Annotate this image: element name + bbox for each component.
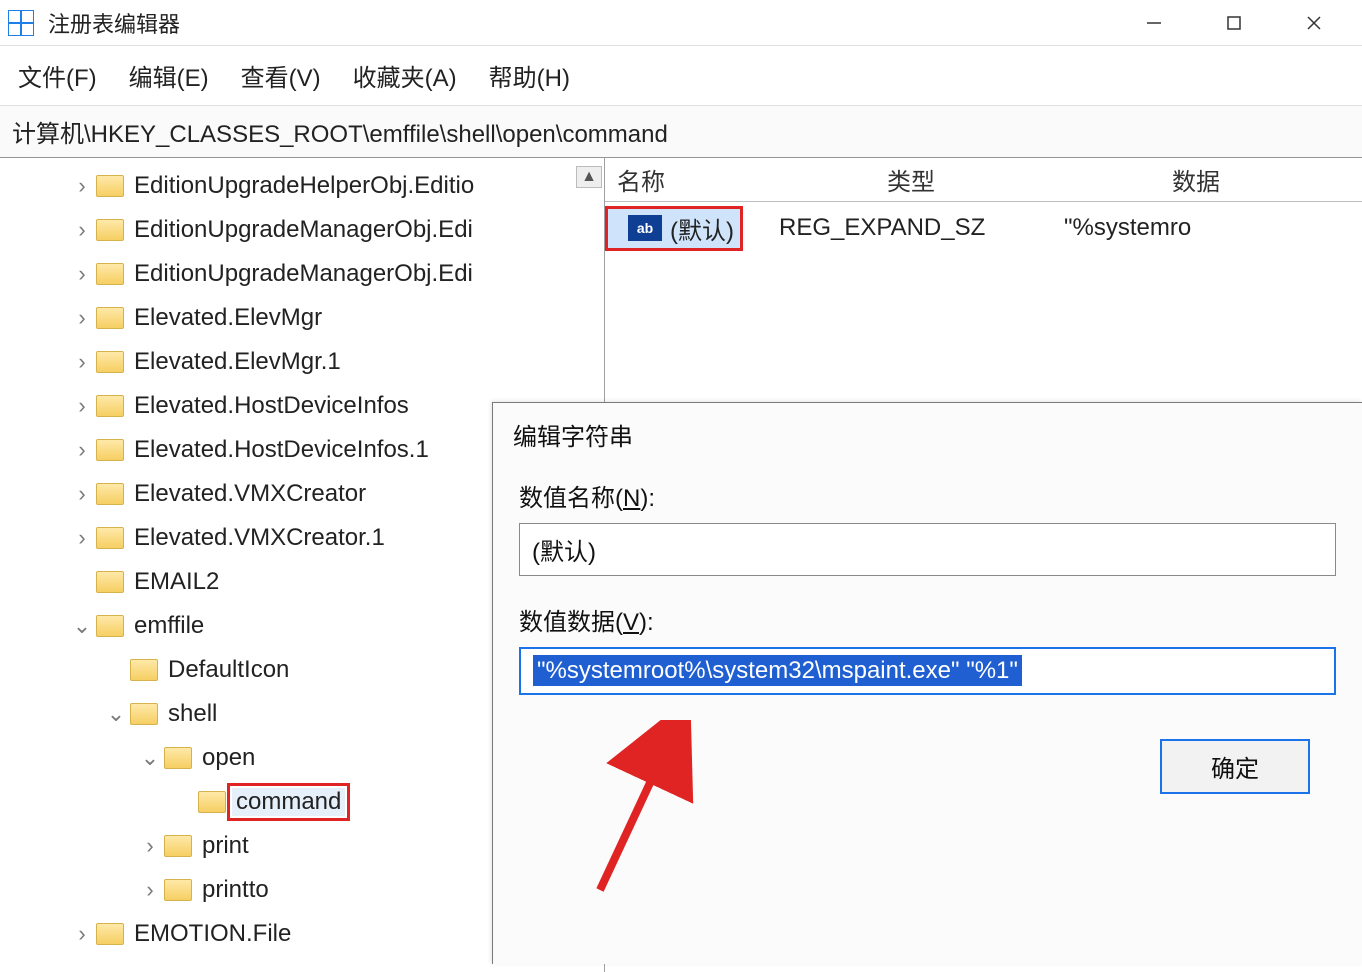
expander-icon[interactable]: [68, 437, 96, 463]
tree-item-elevated-elevmgr[interactable]: Elevated.ElevMgr: [0, 296, 604, 340]
expander-icon[interactable]: [68, 921, 96, 947]
menu-favorites[interactable]: 收藏夹(A): [353, 58, 457, 93]
ok-button[interactable]: 确定: [1160, 739, 1310, 794]
tree-item-editionupgradehelperobj-editio[interactable]: EditionUpgradeHelperObj.Editio: [0, 164, 604, 208]
list-row-default[interactable]: ab (默认) REG_EXPAND_SZ "%systemro: [605, 202, 1362, 254]
tree-label: Elevated.ElevMgr: [130, 304, 326, 332]
folder-icon: [164, 835, 192, 857]
tree-label: print: [198, 832, 253, 860]
folder-icon: [164, 879, 192, 901]
tree-item-elevated-elevmgr-1[interactable]: Elevated.ElevMgr.1: [0, 340, 604, 384]
folder-icon: [96, 527, 124, 549]
expander-icon[interactable]: [68, 217, 96, 243]
expander-icon[interactable]: [136, 877, 164, 903]
tree-label: Elevated.VMXCreator.1: [130, 524, 389, 552]
tree-label: open: [198, 744, 259, 772]
list-header: 名称 类型 数据: [605, 158, 1362, 202]
tree-label: EditionUpgradeManagerObj.Edi: [130, 216, 477, 244]
value-type: REG_EXPAND_SZ: [779, 214, 1064, 242]
expander-icon[interactable]: [68, 305, 96, 331]
window-title: 注册表编辑器: [48, 7, 180, 39]
address-bar[interactable]: 计算机\HKEY_CLASSES_ROOT\emffile\shell\open…: [0, 106, 1362, 158]
menu-bar: 文件(F) 编辑(E) 查看(V) 收藏夹(A) 帮助(H): [0, 46, 1362, 106]
expander-icon[interactable]: [68, 393, 96, 419]
folder-icon: [164, 747, 192, 769]
value-name-highlight: ab (默认): [605, 206, 743, 251]
maximize-button[interactable]: [1194, 0, 1274, 46]
edit-string-dialog: 编辑字符串 数值名称(N): (默认) 数值数据(V): "%systemroo…: [492, 402, 1362, 964]
folder-icon: [96, 395, 124, 417]
folder-icon: [96, 351, 124, 373]
folder-icon: [96, 615, 124, 637]
col-name[interactable]: 名称: [605, 162, 875, 197]
value-name: (默认): [670, 211, 734, 246]
scroll-up-button[interactable]: ▲: [576, 166, 602, 188]
folder-icon: [130, 659, 158, 681]
value-name-label: 数值名称(N):: [519, 478, 1336, 513]
app-icon: [8, 10, 34, 36]
tree-item-editionupgrademanagerobj-edi[interactable]: EditionUpgradeManagerObj.Edi: [0, 252, 604, 296]
string-value-icon: ab: [628, 215, 662, 241]
folder-icon: [96, 263, 124, 285]
tree-label: EditionUpgradeHelperObj.Editio: [130, 172, 478, 200]
expander-icon[interactable]: [136, 745, 164, 771]
folder-icon: [96, 175, 124, 197]
expander-icon[interactable]: [68, 349, 96, 375]
close-button[interactable]: [1274, 0, 1354, 46]
expander-icon[interactable]: [68, 525, 96, 551]
tree-label: shell: [164, 700, 221, 728]
menu-edit[interactable]: 编辑(E): [129, 58, 209, 93]
folder-icon: [96, 219, 124, 241]
menu-file[interactable]: 文件(F): [18, 58, 97, 93]
expander-icon[interactable]: [68, 173, 96, 199]
tree-label: Elevated.HostDeviceInfos: [130, 392, 413, 420]
folder-icon: [198, 791, 226, 813]
tree-label: EMAIL2: [130, 568, 223, 596]
window-controls: [1114, 0, 1354, 46]
minimize-button[interactable]: [1114, 0, 1194, 46]
tree-label: printto: [198, 876, 273, 904]
col-data[interactable]: 数据: [1160, 162, 1362, 197]
title-bar: 注册表编辑器: [0, 0, 1362, 46]
folder-icon: [96, 307, 124, 329]
tree-label: EditionUpgradeManagerObj.Edi: [130, 260, 477, 288]
value-data-label: 数值数据(V):: [519, 602, 1336, 637]
menu-view[interactable]: 查看(V): [241, 58, 321, 93]
tree-label: command: [232, 788, 345, 816]
tree-label: Elevated.VMXCreator: [130, 480, 370, 508]
expander-icon[interactable]: [68, 261, 96, 287]
folder-icon: [96, 483, 124, 505]
folder-icon: [96, 439, 124, 461]
folder-icon: [96, 923, 124, 945]
folder-icon: [96, 571, 124, 593]
expander-icon[interactable]: [102, 701, 130, 727]
expander-icon[interactable]: [136, 833, 164, 859]
expander-icon[interactable]: [68, 481, 96, 507]
value-data: "%systemro: [1064, 214, 1362, 242]
tree-label: emffile: [130, 612, 208, 640]
tree-label: Elevated.ElevMgr.1: [130, 348, 345, 376]
tree-label: DefaultIcon: [164, 656, 293, 684]
folder-icon: [130, 703, 158, 725]
tree-label: Elevated.HostDeviceInfos.1: [130, 436, 433, 464]
expander-icon[interactable]: [68, 613, 96, 639]
value-data-input[interactable]: "%systemroot%\system32\mspaint.exe" "%1": [519, 647, 1336, 695]
tree-item-editionupgrademanagerobj-edi[interactable]: EditionUpgradeManagerObj.Edi: [0, 208, 604, 252]
menu-help[interactable]: 帮助(H): [489, 58, 570, 93]
tree-label: EMOTION.File: [130, 920, 295, 948]
dialog-title: 编辑字符串: [493, 403, 1362, 478]
col-type[interactable]: 类型: [875, 162, 1160, 197]
value-name-input[interactable]: (默认): [519, 523, 1336, 576]
